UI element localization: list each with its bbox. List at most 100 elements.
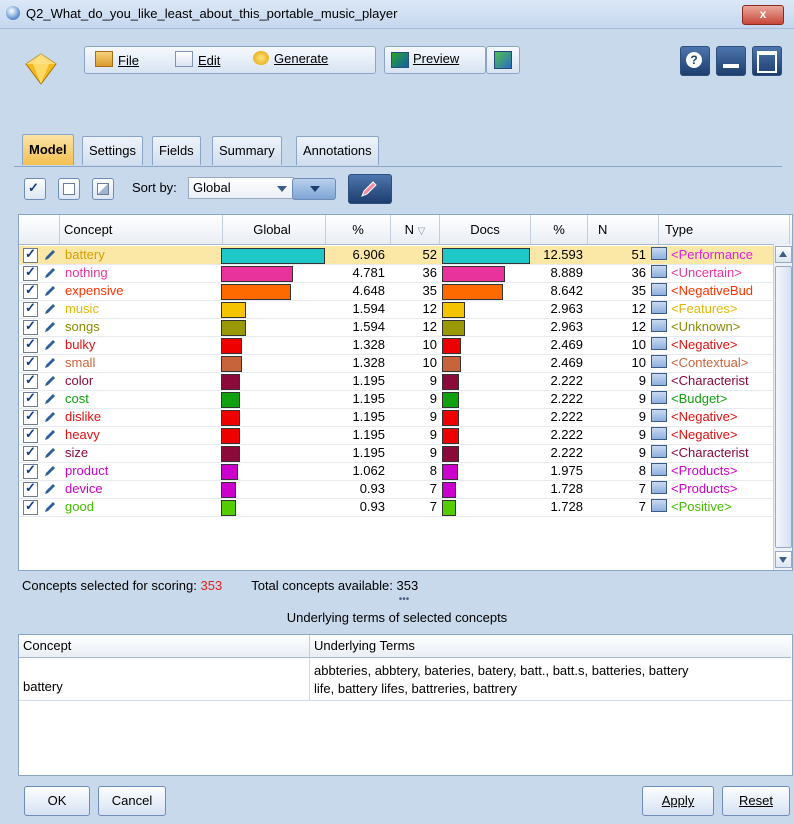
table-row[interactable]: bulky 1.328 10 2.469 10 <Negative>: [19, 336, 773, 355]
minimize-button[interactable]: [716, 46, 746, 76]
table-row[interactable]: heavy 1.195 9 2.222 9 <Negative>: [19, 426, 773, 445]
type-icon: [651, 409, 667, 422]
concept-name: device: [65, 481, 103, 496]
header-global[interactable]: Global: [219, 215, 326, 244]
row-checkbox[interactable]: [23, 498, 38, 515]
global-n: 9: [429, 391, 437, 406]
maximize-button[interactable]: [752, 46, 782, 76]
table-row[interactable]: battery 6.906 52 12.593 51 <Performance: [19, 246, 773, 265]
header-concept[interactable]: Concept: [60, 215, 223, 244]
row-checkbox[interactable]: [23, 318, 38, 335]
export-button[interactable]: [486, 46, 520, 74]
tab-annotations[interactable]: Annotations: [296, 136, 379, 165]
type-cell: <Characterist: [651, 444, 773, 462]
row-checkbox[interactable]: [23, 300, 38, 317]
type-cell: <Characterist: [651, 372, 773, 390]
row-checkbox[interactable]: [23, 444, 38, 461]
header-type[interactable]: Type: [649, 215, 790, 244]
vertical-scrollbar[interactable]: [773, 244, 792, 570]
table-row[interactable]: good 0.93 7 1.728 7 <Positive>: [19, 498, 773, 517]
tab-settings[interactable]: Settings: [82, 136, 143, 165]
scroll-down-button[interactable]: [775, 551, 792, 568]
row-checkbox[interactable]: [23, 282, 38, 299]
row-checkbox[interactable]: [23, 408, 38, 425]
help-icon: ?: [686, 52, 702, 68]
sort-by-select[interactable]: Global: [188, 177, 294, 199]
docs-pct: 1.728: [550, 499, 583, 514]
type-icon: [651, 481, 667, 494]
terms-header-concept[interactable]: Concept: [19, 635, 310, 658]
table-row[interactable]: small 1.328 10 2.469 10 <Contextual>: [19, 354, 773, 373]
docs-n: 9: [638, 445, 646, 460]
global-n: 10: [422, 355, 437, 370]
type-label: <Unknown>: [671, 319, 741, 334]
export-icon: [494, 51, 512, 69]
ok-button[interactable]: OK: [24, 786, 90, 816]
docs-bar: [442, 284, 503, 300]
table-row[interactable]: nothing 4.781 36 8.889 36 <Uncertain>: [19, 264, 773, 283]
edit-concept-button[interactable]: [348, 174, 392, 204]
table-row[interactable]: product 1.062 8 1.975 8 <Products>: [19, 462, 773, 481]
close-button[interactable]: x: [742, 5, 784, 25]
preview-button[interactable]: Preview: [384, 46, 486, 74]
table-row[interactable]: expensive 4.648 35 8.642 35 <NegativeBud: [19, 282, 773, 301]
docs-bar: [442, 428, 459, 444]
docs-n: 7: [638, 481, 646, 496]
reset-button[interactable]: Reset: [722, 786, 790, 816]
scroll-thumb[interactable]: [775, 266, 792, 548]
scroll-up-button[interactable]: [775, 246, 792, 263]
edit-menu[interactable]: Edit: [175, 51, 220, 68]
row-checkbox[interactable]: [23, 426, 38, 443]
header-global-pct[interactable]: %: [326, 215, 391, 244]
tab-model[interactable]: Model: [22, 134, 74, 165]
type-label: <Characterist: [671, 373, 749, 388]
app-icon: [6, 6, 20, 20]
row-checkbox[interactable]: [23, 354, 38, 371]
file-menu[interactable]: File: [95, 51, 139, 68]
type-cell: <Features>: [651, 300, 773, 318]
type-label: <Positive>: [671, 499, 732, 514]
type-cell: <Contextual>: [651, 354, 773, 372]
global-pct: 0.93: [359, 499, 385, 514]
table-row[interactable]: songs 1.594 12 2.963 12 <Unknown>: [19, 318, 773, 337]
row-checkbox[interactable]: [23, 390, 38, 407]
uncheck-all-button[interactable]: [58, 178, 80, 200]
table-row[interactable]: size 1.195 9 2.222 9 <Characterist: [19, 444, 773, 463]
help-button[interactable]: ?: [680, 46, 710, 76]
row-checkbox[interactable]: [23, 336, 38, 353]
generate-menu[interactable]: Generate: [253, 51, 328, 66]
global-pct: 1.062: [352, 463, 385, 478]
row-checkbox[interactable]: [23, 480, 38, 497]
global-n: 36: [422, 265, 437, 280]
cancel-button[interactable]: Cancel: [98, 786, 166, 816]
table-row[interactable]: cost 1.195 9 2.222 9 <Budget>: [19, 390, 773, 409]
table-row[interactable]: color 1.195 9 2.222 9 <Characterist: [19, 372, 773, 391]
docs-pct: 1.728: [550, 481, 583, 496]
table-row[interactable]: dislike 1.195 9 2.222 9 <Negative>: [19, 408, 773, 427]
sort-direction-button[interactable]: [292, 178, 336, 200]
selected-count-value: 353: [200, 578, 223, 593]
concept-pencil-icon: [45, 448, 55, 458]
header-docs[interactable]: Docs: [440, 215, 531, 244]
table-row[interactable]: device 0.93 7 1.728 7 <Products>: [19, 480, 773, 499]
row-checkbox[interactable]: [23, 372, 38, 389]
row-checkbox[interactable]: [23, 246, 38, 263]
table-row[interactable]: music 1.594 12 2.963 12 <Features>: [19, 300, 773, 319]
toggle-checks-button[interactable]: [92, 178, 114, 200]
header-docs-pct[interactable]: %: [531, 215, 588, 244]
type-icon: [651, 427, 667, 440]
concept-name: dislike: [65, 409, 102, 424]
tab-summary[interactable]: Summary: [212, 136, 282, 165]
sort-by-value: Global: [193, 180, 231, 195]
apply-button[interactable]: Apply: [642, 786, 714, 816]
tab-fields[interactable]: Fields: [152, 136, 201, 165]
global-pct: 0.93: [359, 481, 385, 496]
check-all-button[interactable]: ✓: [24, 178, 46, 200]
global-pct: 1.594: [352, 319, 385, 334]
pane-splitter[interactable]: •••: [14, 595, 794, 605]
terms-header-terms[interactable]: Underlying Terms: [310, 635, 791, 658]
row-checkbox[interactable]: [23, 462, 38, 479]
preview-label: Preview: [413, 51, 460, 66]
header-global-n[interactable]: N ▽: [391, 215, 440, 244]
row-checkbox[interactable]: [23, 264, 38, 281]
